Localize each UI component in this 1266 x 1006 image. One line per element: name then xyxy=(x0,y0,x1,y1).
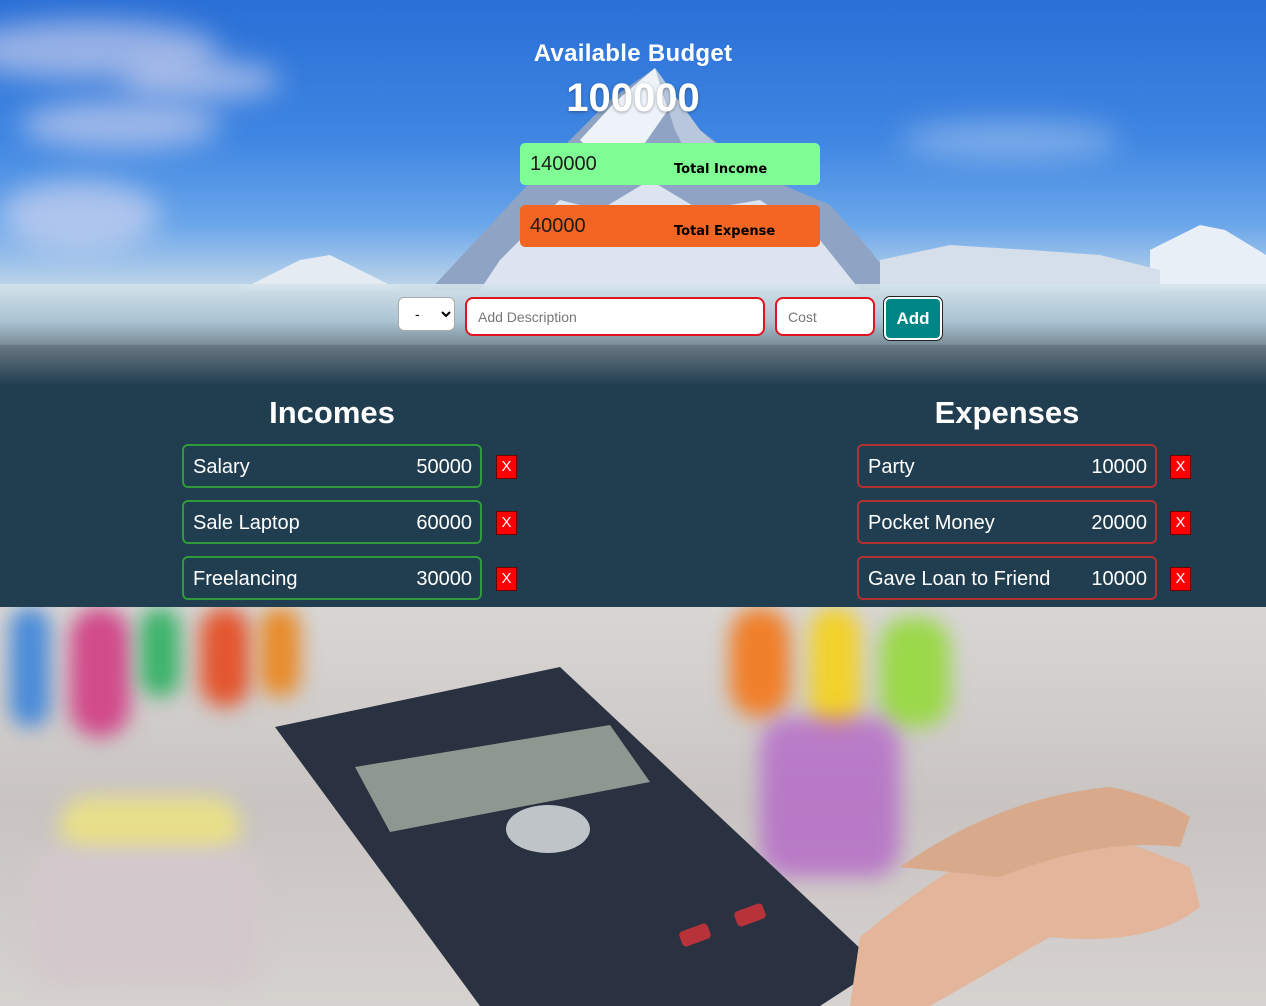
income-description: Salary xyxy=(193,456,250,478)
expenses-title: Expenses xyxy=(934,395,1080,430)
section-divider-shadow xyxy=(0,345,1266,385)
expense-description: Gave Loan to Friend xyxy=(868,568,1051,590)
expense-item: Pocket Money 20000 xyxy=(857,500,1157,544)
expense-amount: 10000 xyxy=(1091,568,1147,590)
expense-item: Gave Loan to Friend 10000 xyxy=(857,556,1157,600)
total-expense-label: Total Expense xyxy=(674,224,776,239)
expense-description: Party xyxy=(868,456,915,478)
income-item: Sale Laptop 60000 xyxy=(182,500,482,544)
delete-expense-button[interactable]: X xyxy=(1170,511,1191,535)
cost-input[interactable] xyxy=(775,297,875,336)
expense-description: Pocket Money xyxy=(868,512,995,534)
income-item: Freelancing 30000 xyxy=(182,556,482,600)
incomes-title: Incomes xyxy=(269,395,395,430)
expense-item: Party 10000 xyxy=(857,444,1157,488)
total-income-amount: 140000 xyxy=(530,153,597,175)
calculator-photo xyxy=(0,607,1266,1006)
total-income-box: 140000 Total Income xyxy=(520,143,820,185)
income-description: Sale Laptop xyxy=(193,512,300,534)
total-income-label: Total Income xyxy=(674,162,768,177)
income-amount: 30000 xyxy=(416,568,472,590)
delete-income-button[interactable]: X xyxy=(496,455,517,479)
available-budget-value: 100000 xyxy=(566,76,700,120)
expense-amount: 20000 xyxy=(1091,512,1147,534)
description-input[interactable] xyxy=(465,297,765,336)
type-select[interactable]: - xyxy=(398,297,455,331)
income-item: Salary 50000 xyxy=(182,444,482,488)
add-button[interactable]: Add xyxy=(883,296,943,341)
income-amount: 50000 xyxy=(416,456,472,478)
calculator-icon xyxy=(275,667,1200,1006)
available-budget-title: Available Budget xyxy=(533,40,733,67)
delete-income-button[interactable]: X xyxy=(496,511,517,535)
delete-expense-button[interactable]: X xyxy=(1170,567,1191,591)
income-amount: 60000 xyxy=(416,512,472,534)
total-expense-box: 40000 Total Expense xyxy=(520,205,820,247)
delete-expense-button[interactable]: X xyxy=(1170,455,1191,479)
total-expense-amount: 40000 xyxy=(530,215,586,237)
delete-income-button[interactable]: X xyxy=(496,567,517,591)
expense-amount: 10000 xyxy=(1091,456,1147,478)
income-description: Freelancing xyxy=(193,568,298,590)
